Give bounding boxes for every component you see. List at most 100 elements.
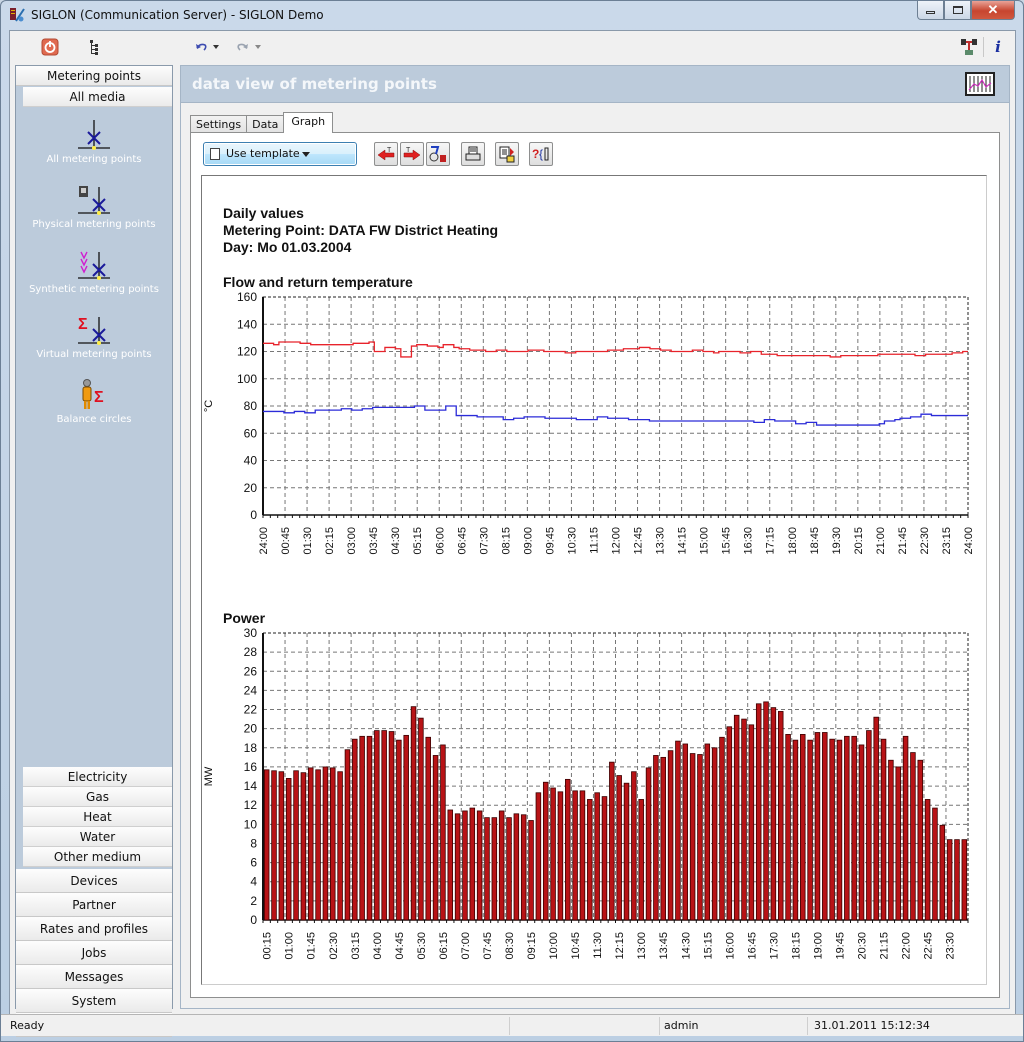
sidebar-section-rates-and-profiles[interactable]: Rates and profiles bbox=[16, 917, 172, 941]
x-tick-label: 02:15 bbox=[324, 527, 336, 555]
power-bar bbox=[506, 817, 512, 921]
y-tick-label: 20 bbox=[244, 722, 258, 736]
x-tick-label: 17:30 bbox=[768, 932, 780, 960]
power-bar bbox=[432, 755, 439, 921]
x-tick-label: 10:45 bbox=[570, 932, 582, 960]
next-day-button[interactable]: T bbox=[400, 142, 424, 166]
chart-settings-button[interactable] bbox=[426, 142, 450, 166]
power-bar bbox=[352, 738, 358, 921]
y-tick-label: 40 bbox=[244, 454, 258, 468]
x-tick-label: 15:15 bbox=[702, 932, 714, 960]
undo-button[interactable] bbox=[194, 38, 222, 56]
network-button[interactable] bbox=[960, 38, 978, 56]
x-tick-label: 16:45 bbox=[746, 932, 758, 960]
power-bar bbox=[454, 813, 461, 921]
sidebar-section-messages[interactable]: Messages bbox=[16, 965, 172, 989]
help-icon: ?{ bbox=[532, 147, 549, 161]
maximize-button[interactable] bbox=[944, 1, 971, 20]
x-tick-label: 07:45 bbox=[482, 932, 494, 960]
sidebar-media-water[interactable]: Water bbox=[23, 827, 172, 847]
close-button[interactable]: ✕ bbox=[971, 1, 1015, 20]
tree-view-button[interactable] bbox=[86, 38, 104, 56]
power-bar bbox=[924, 799, 931, 921]
sidebar-media-other[interactable]: Other medium bbox=[23, 847, 172, 867]
power-bar bbox=[946, 839, 953, 921]
power-bar bbox=[623, 782, 630, 921]
y-tick-label: 22 bbox=[244, 703, 258, 717]
virtual-metering-point-icon: Σ bbox=[78, 316, 110, 345]
sidebar-section-devices[interactable]: Devices bbox=[16, 869, 172, 893]
info-button[interactable]: i bbox=[989, 38, 1007, 56]
x-tick-label: 18:45 bbox=[809, 527, 821, 555]
graph-view-button[interactable] bbox=[965, 72, 995, 96]
power-bar bbox=[866, 730, 872, 921]
sidebar-item-physical-metering-points[interactable]: Physical metering points bbox=[16, 183, 172, 230]
power-bar bbox=[263, 769, 270, 921]
x-tick-label: 07:00 bbox=[460, 932, 472, 960]
x-tick-label: 19:30 bbox=[831, 527, 843, 555]
sidebar-media-gas[interactable]: Gas bbox=[23, 787, 172, 807]
sidebar-item-all-metering-points[interactable]: All metering points bbox=[16, 118, 172, 165]
sidebar-section-partner[interactable]: Partner bbox=[16, 893, 172, 917]
power-bar bbox=[337, 771, 343, 921]
sidebar-item-balance-circles[interactable]: Σ Balance circles bbox=[16, 378, 172, 425]
y-tick-label: 120 bbox=[237, 345, 257, 359]
power-bar bbox=[741, 718, 747, 921]
sidebar-item-virtual-metering-points[interactable]: Σ Virtual metering points bbox=[16, 313, 172, 360]
power-bar bbox=[550, 787, 556, 921]
power-button[interactable] bbox=[41, 38, 59, 56]
power-bar bbox=[344, 749, 351, 921]
power-bar bbox=[902, 735, 909, 921]
sidebar-media-heat[interactable]: Heat bbox=[23, 807, 172, 827]
sidebar-section-jobs[interactable]: Jobs bbox=[16, 941, 172, 965]
previous-day-button[interactable]: T bbox=[374, 142, 398, 166]
sidebar-media-electricity[interactable]: Electricity bbox=[23, 767, 172, 787]
y-tick-label: 28 bbox=[244, 645, 258, 659]
power-bar bbox=[557, 791, 564, 921]
x-tick-label: 06:00 bbox=[434, 527, 446, 555]
power-bar bbox=[675, 740, 681, 921]
power-bar bbox=[836, 739, 843, 921]
y-tick-label: 26 bbox=[244, 664, 258, 678]
metering-point-icon bbox=[78, 120, 110, 150]
sidebar-sub-all-media[interactable]: All media bbox=[23, 87, 172, 107]
tab-settings[interactable]: Settings bbox=[190, 115, 248, 133]
maximize-icon bbox=[952, 6, 963, 14]
export-button[interactable] bbox=[495, 142, 519, 166]
undo-icon bbox=[196, 43, 219, 51]
y-axis-label: °C bbox=[203, 400, 215, 412]
power-bar bbox=[726, 726, 733, 921]
power-bar bbox=[917, 759, 924, 921]
power-bar bbox=[307, 767, 314, 921]
power-bar bbox=[667, 750, 674, 921]
use-template-label: Use template bbox=[226, 147, 300, 160]
tab-data[interactable]: Data bbox=[246, 115, 285, 133]
power-bar bbox=[858, 744, 865, 921]
sidebar-item-synthetic-metering-points[interactable]: Synthetic metering points bbox=[16, 248, 172, 295]
power-bar bbox=[653, 755, 659, 921]
x-tick-label: 03:00 bbox=[346, 527, 358, 555]
main-header: data view of metering points bbox=[180, 65, 1010, 103]
minimize-button[interactable] bbox=[917, 1, 944, 20]
power-bar bbox=[520, 814, 527, 921]
physical-metering-point-icon bbox=[78, 186, 110, 215]
sidebar-section-system[interactable]: System bbox=[16, 989, 172, 1013]
x-tick-label: 19:00 bbox=[812, 932, 824, 960]
use-template-dropdown[interactable]: Use template bbox=[203, 142, 357, 166]
x-tick-label: 23:15 bbox=[941, 527, 953, 555]
x-tick-label: 10:00 bbox=[548, 932, 560, 960]
tab-graph[interactable]: Graph bbox=[283, 112, 334, 133]
x-tick-label: 00:45 bbox=[280, 527, 292, 555]
print-button[interactable] bbox=[461, 142, 485, 166]
power-bar bbox=[800, 734, 806, 921]
redo-button[interactable] bbox=[236, 38, 264, 56]
power-bar bbox=[631, 771, 637, 921]
help-button[interactable]: ?{ bbox=[529, 142, 553, 166]
x-tick-label: 18:00 bbox=[787, 527, 799, 555]
arrow-right-icon: T bbox=[403, 147, 421, 161]
report-line-day: Day: Mo 01.03.2004 bbox=[223, 239, 352, 255]
sidebar-header-metering-points[interactable]: Metering points bbox=[16, 66, 172, 86]
power-bar bbox=[880, 738, 887, 921]
x-tick-label: 22:30 bbox=[919, 527, 931, 555]
power-bar bbox=[814, 732, 821, 921]
